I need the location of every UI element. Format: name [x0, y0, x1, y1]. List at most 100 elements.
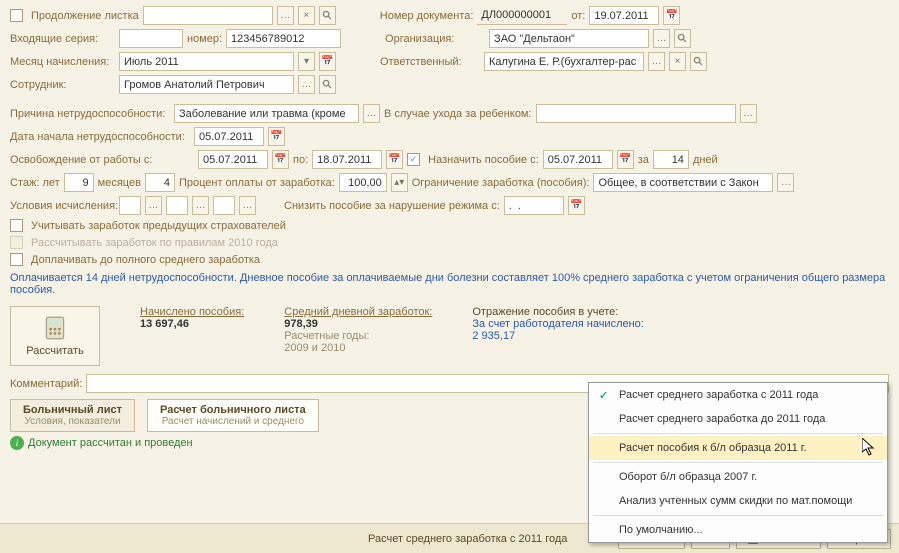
dropdown-icon[interactable]: ▾: [298, 52, 315, 71]
info-icon: i: [10, 436, 24, 450]
limit-input[interactable]: [593, 173, 773, 192]
reason-label: Причина нетрудоспособности:: [10, 108, 170, 120]
search-icon[interactable]: [319, 6, 336, 25]
org-input[interactable]: [489, 29, 649, 48]
assign-checkbox[interactable]: [407, 153, 420, 166]
footer-hint: Расчет среднего заработка с 2011 года: [8, 533, 567, 545]
years-label: Расчетные годы:: [284, 330, 432, 342]
dots-button[interactable]: …: [777, 173, 794, 192]
for-label: за: [638, 154, 649, 166]
avg-value: 978,39: [284, 318, 432, 330]
release-label: Освобождение от работы с:: [10, 154, 150, 166]
employee-input[interactable]: [119, 75, 294, 94]
menu-item-avg-pre2011[interactable]: Расчет среднего заработка до 2011 года: [589, 407, 887, 431]
cond2-input[interactable]: [166, 196, 188, 215]
incoming-series-input[interactable]: [119, 29, 183, 48]
calendar-icon[interactable]: 📅: [268, 127, 285, 146]
resp-input[interactable]: [484, 52, 644, 71]
calendar-icon[interactable]: 📅: [617, 150, 634, 169]
doc-num-input[interactable]: [477, 6, 567, 25]
stazh-months-input[interactable]: [145, 173, 175, 192]
stazh-label: Стаж: лет: [10, 177, 60, 189]
menu-item-default[interactable]: По умолчанию...: [589, 518, 887, 542]
dots-button[interactable]: …: [192, 196, 209, 215]
clear-button[interactable]: ×: [669, 52, 686, 71]
search-icon[interactable]: [690, 52, 707, 71]
menu-item-turnover-2007[interactable]: Оборот б/л образца 2007 г.: [589, 465, 887, 489]
employee-label: Сотрудник:: [10, 79, 115, 91]
tab-sick-leave[interactable]: Больничный лист Условия, показатели: [10, 399, 135, 432]
start-date-label: Дата начала нетрудоспособности:: [10, 131, 190, 143]
refl-text: За счет работодателя начислено:: [472, 318, 643, 330]
org-label: Организация:: [385, 33, 485, 45]
calendar-icon[interactable]: 📅: [568, 196, 585, 215]
cond1-input[interactable]: [119, 196, 141, 215]
menu-item-calc-2011[interactable]: Расчет пособия к б/л образца 2011 г.: [589, 436, 887, 460]
limit-label: Ограничение заработка (пособия):: [412, 177, 590, 189]
calendar-icon[interactable]: 📅: [386, 150, 403, 169]
chk3-label: Доплачивать до полного среднего заработк…: [31, 254, 260, 266]
months-label: месяцев: [98, 177, 141, 189]
release-to-input[interactable]: [312, 150, 382, 169]
dots-button[interactable]: …: [298, 75, 315, 94]
calendar-icon[interactable]: 📅: [272, 150, 289, 169]
dots-button[interactable]: …: [239, 196, 256, 215]
calc-button-label: Рассчитать: [26, 345, 83, 357]
search-icon[interactable]: [319, 75, 336, 94]
chk-topup[interactable]: [10, 253, 23, 266]
reduce-date-input[interactable]: [504, 196, 564, 215]
number-label: номер:: [187, 33, 222, 45]
avg-label[interactable]: Средний дневной заработок:: [284, 306, 432, 318]
tab-calculation[interactable]: Расчет больничного листа Расчет начислен…: [147, 399, 319, 432]
days-input[interactable]: [653, 150, 689, 169]
percent-input[interactable]: [339, 173, 387, 192]
date-from-input[interactable]: [589, 6, 659, 25]
dots-button[interactable]: …: [145, 196, 162, 215]
dots-button[interactable]: …: [277, 6, 294, 25]
spinner-icon[interactable]: ▴▾: [391, 173, 408, 192]
child-care-input[interactable]: [536, 104, 736, 123]
accrued-label[interactable]: Начислено пособия:: [140, 306, 244, 318]
dots-button[interactable]: …: [648, 52, 665, 71]
accrued-value: 13 697,46: [140, 318, 244, 330]
calendar-icon[interactable]: 📅: [663, 6, 680, 25]
chk-rules-2010: [10, 236, 23, 249]
stazh-years-input[interactable]: [64, 173, 94, 192]
month-label: Месяц начисления:: [10, 56, 115, 68]
date-from-label: от:: [571, 10, 585, 22]
refl-amount: 2 935,17: [472, 330, 643, 342]
calculator-icon: [42, 315, 68, 341]
refl-label: Отражение пособия в учете:: [472, 306, 643, 318]
assign-from-input[interactable]: [543, 150, 613, 169]
conditions-label: Условия исчисления:: [10, 200, 115, 212]
release-from-input[interactable]: [198, 150, 268, 169]
clear-button[interactable]: ×: [298, 6, 315, 25]
to-label: по:: [293, 154, 308, 166]
number-input[interactable]: [226, 29, 341, 48]
search-icon[interactable]: [674, 29, 691, 48]
assign-label: Назначить пособие с:: [428, 154, 539, 166]
incoming-series-label: Входящие серия:: [10, 33, 115, 45]
start-date-input[interactable]: [194, 127, 264, 146]
chk1-label: Учитывать заработок предыдущих страховат…: [31, 220, 286, 232]
calculate-button[interactable]: Рассчитать: [10, 306, 100, 366]
dots-button[interactable]: …: [363, 104, 380, 123]
days-label: дней: [693, 154, 718, 166]
resp-label: Ответственный:: [380, 56, 480, 68]
cond3-input[interactable]: [213, 196, 235, 215]
dots-button[interactable]: …: [740, 104, 757, 123]
comment-label: Комментарий:: [10, 378, 82, 390]
calendar-icon[interactable]: 📅: [319, 52, 336, 71]
reason-input[interactable]: [174, 104, 359, 123]
continuation-input[interactable]: [143, 6, 273, 25]
dots-button[interactable]: …: [653, 29, 670, 48]
chk-prev-insurers[interactable]: [10, 219, 23, 232]
doc-num-label: Номер документа:: [380, 10, 474, 22]
years-value: 2009 и 2010: [284, 342, 432, 354]
continuation-checkbox[interactable]: [10, 9, 23, 22]
menu-item-analysis[interactable]: Анализ учтенных сумм скидки по мат.помощ…: [589, 489, 887, 513]
month-input[interactable]: [119, 52, 294, 71]
menu-item-avg-2011[interactable]: Расчет среднего заработка с 2011 года: [589, 383, 887, 407]
print-menu: Расчет среднего заработка с 2011 года Ра…: [588, 382, 888, 543]
reduce-label: Снизить пособие за нарушение режима с:: [284, 200, 500, 212]
